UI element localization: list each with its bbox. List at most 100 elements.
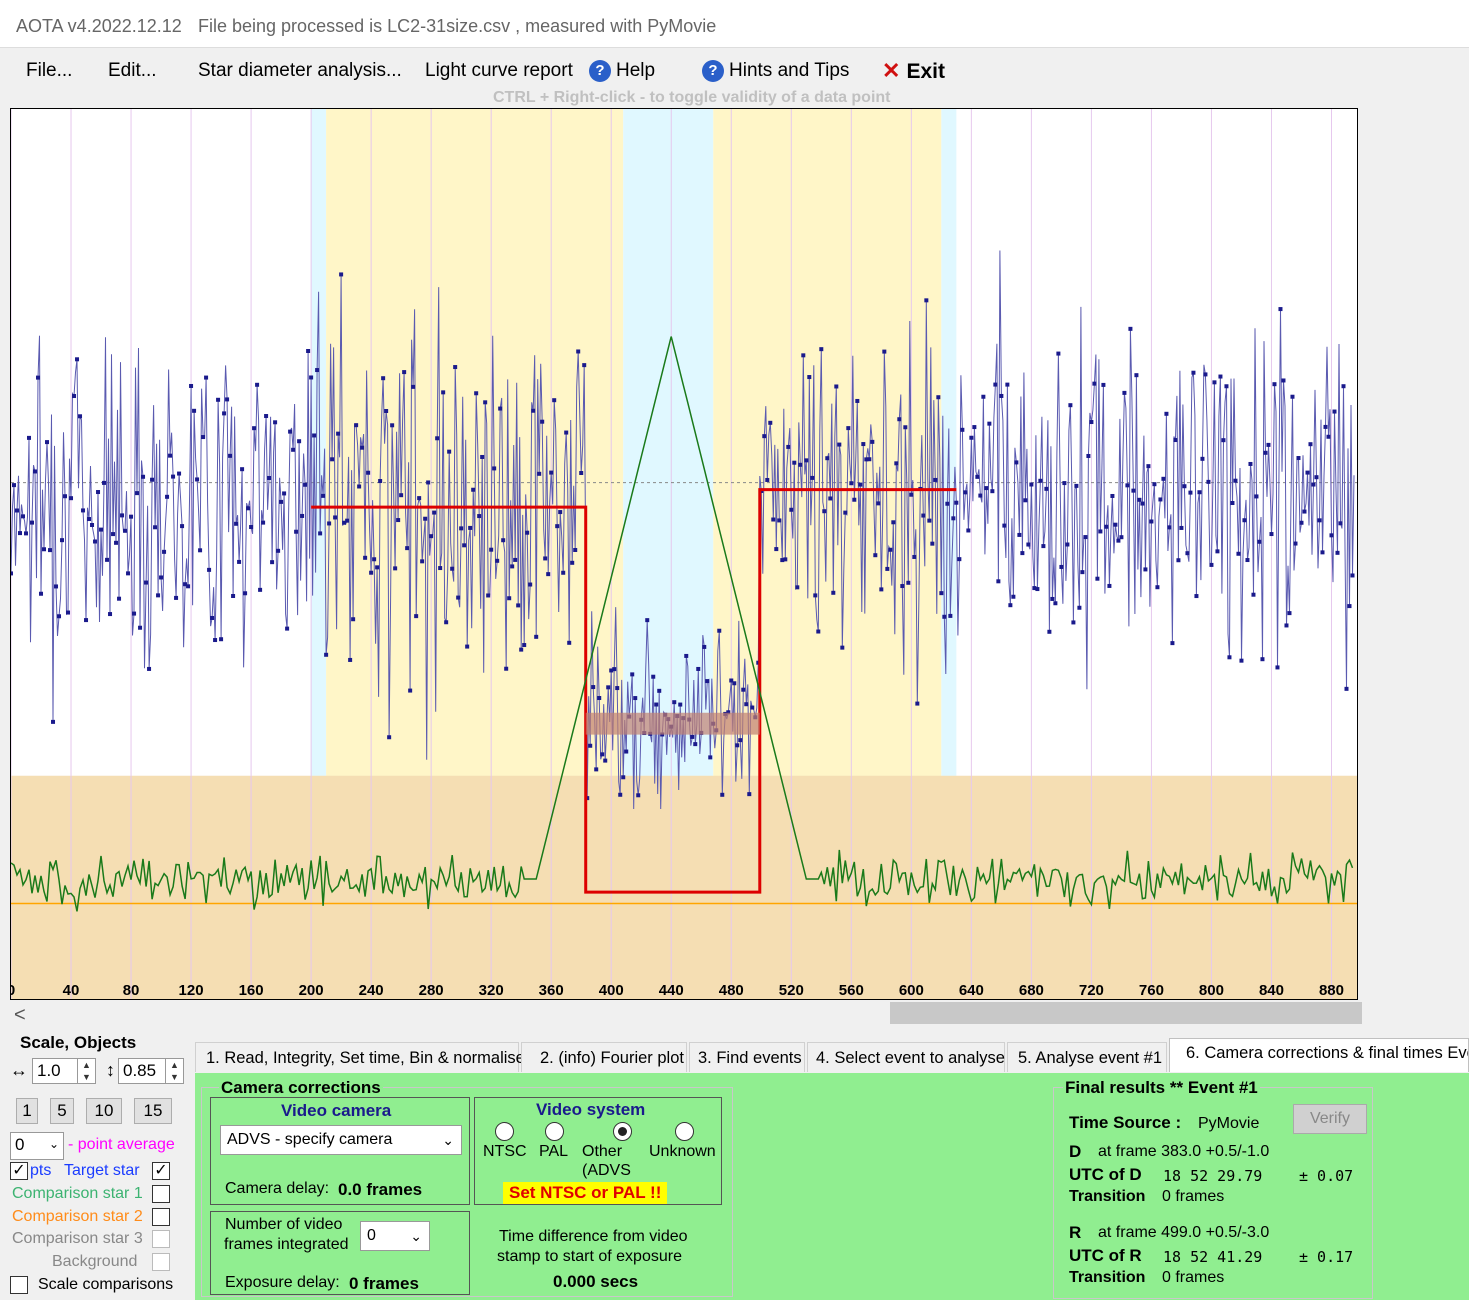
vertical-scale-spinner[interactable]: 0.85 ▲ ▼ xyxy=(118,1058,184,1084)
target-point xyxy=(1281,378,1286,383)
verify-button[interactable]: Verify xyxy=(1293,1104,1367,1134)
target-point xyxy=(33,469,38,474)
horizontal-scale-spinner[interactable]: 1.0 ▲ ▼ xyxy=(32,1058,96,1084)
target-point xyxy=(180,524,185,529)
target-point xyxy=(1050,596,1055,601)
comparison-star-3-checkbox[interactable] xyxy=(152,1230,170,1248)
tab-camera-corrections[interactable]: 6. Camera corrections & final times Even xyxy=(1169,1038,1469,1072)
target-point xyxy=(1077,605,1082,610)
comparison-star-2-checkbox[interactable] xyxy=(152,1208,170,1226)
background-checkbox[interactable] xyxy=(152,1253,170,1271)
d-label: D xyxy=(1069,1142,1082,1161)
target-point xyxy=(366,470,371,475)
target-point xyxy=(1326,434,1331,439)
target-point xyxy=(1095,576,1100,581)
horizontal-scrollbar-thumb[interactable] xyxy=(890,1002,1362,1024)
frames-integrated-select[interactable]: 0 ⌄ xyxy=(360,1221,430,1251)
target-point xyxy=(1062,481,1067,486)
menu-star-diameter[interactable]: Star diameter analysis... xyxy=(198,60,402,82)
target-point xyxy=(1125,483,1130,488)
target-point xyxy=(1263,450,1268,455)
menu-light-curve-report[interactable]: Light curve report xyxy=(425,60,573,82)
target-point xyxy=(816,629,821,634)
ntsc-radio[interactable] xyxy=(495,1122,514,1141)
target-point xyxy=(420,559,425,564)
target-point xyxy=(645,618,650,623)
tab-fourier-plot[interactable]: 2. (info) Fourier plot xyxy=(521,1042,687,1072)
target-point xyxy=(1038,478,1043,483)
scale-10-button[interactable]: 10 xyxy=(86,1098,122,1124)
target-point xyxy=(828,496,833,501)
target-point xyxy=(408,688,413,693)
tab-read-integrity[interactable]: 1. Read, Integrity, Set time, Bin & norm… xyxy=(195,1042,525,1072)
comparison-star-1-checkbox[interactable] xyxy=(152,1185,170,1203)
pal-label: PAL xyxy=(539,1143,569,1160)
light-curve-chart[interactable]: 0 40 80 120 160 200 240 280 320 360 400 440 480 520 56… xyxy=(11,109,1357,999)
tab-analyse-event[interactable]: 5. Analyse event #1 xyxy=(1007,1042,1167,1072)
menu-exit[interactable]: ✕ Exit xyxy=(882,58,945,84)
tab-select-event[interactable]: 4. Select event to analyse xyxy=(807,1042,1005,1072)
target-point xyxy=(744,702,749,707)
target-point xyxy=(108,612,113,617)
pal-radio[interactable] xyxy=(545,1122,564,1141)
menu-edit[interactable]: Edit... xyxy=(108,60,157,82)
spinner-up-down-icon[interactable]: ▲ ▼ xyxy=(77,1059,95,1083)
other-radio[interactable] xyxy=(613,1122,632,1141)
menu-file[interactable]: File... xyxy=(26,60,72,82)
target-point xyxy=(486,593,491,598)
target-point xyxy=(312,433,317,438)
target-point xyxy=(57,614,62,619)
unknown-radio[interactable] xyxy=(675,1122,694,1141)
target-point xyxy=(717,628,722,633)
target-point xyxy=(1245,558,1250,563)
menu-hints[interactable]: ? Hints and Tips xyxy=(702,60,849,82)
point-average-select[interactable]: 0 ⌄ xyxy=(10,1132,64,1160)
target-point xyxy=(1059,564,1064,569)
target-point xyxy=(1224,384,1229,389)
time-difference-label-1: Time difference from video xyxy=(499,1228,688,1245)
scale-5-button[interactable]: 5 xyxy=(50,1098,74,1124)
target-point xyxy=(939,591,944,596)
target-point xyxy=(972,425,977,430)
target-point xyxy=(1218,374,1223,379)
target-point xyxy=(702,644,707,649)
target-point xyxy=(348,657,353,662)
target-point xyxy=(1188,490,1193,495)
target-point xyxy=(1302,509,1307,514)
x-tick-label-40: 40 xyxy=(63,982,80,999)
target-point xyxy=(543,556,548,561)
target-point xyxy=(1005,382,1010,387)
camera-select[interactable]: ADVS - specify camera ⌄ xyxy=(220,1125,462,1155)
point-average-value: 0 xyxy=(15,1135,25,1154)
comparison-star-2-label: Comparison star 2 xyxy=(12,1208,143,1225)
bottom-error-band xyxy=(585,712,760,735)
x-tick-label-680: 680 xyxy=(1019,982,1044,999)
target-point xyxy=(1242,518,1247,523)
scale-15-button[interactable]: 15 xyxy=(134,1098,172,1124)
spinner-up-down-icon[interactable]: ▲ ▼ xyxy=(165,1059,183,1083)
target-point xyxy=(987,421,992,426)
menu-hints-label: Hints and Tips xyxy=(729,60,850,82)
target-star-checkbox[interactable]: ✓ xyxy=(152,1162,170,1180)
r-frame: at frame 499.0 +0.5/-3.0 xyxy=(1098,1224,1270,1241)
target-point xyxy=(1248,461,1253,466)
target-point xyxy=(588,743,593,748)
target-point xyxy=(174,595,179,600)
horizontal-scale-value: 1.0 xyxy=(37,1061,61,1080)
target-point xyxy=(603,758,608,763)
target-point xyxy=(306,348,311,353)
target-point xyxy=(1074,483,1079,488)
menu-help[interactable]: ? Help xyxy=(589,60,655,82)
target-point xyxy=(1350,573,1355,578)
target-point xyxy=(11,571,13,576)
pts-checkbox[interactable]: ✓ xyxy=(10,1162,28,1180)
tab-find-events[interactable]: 3. Find events xyxy=(689,1042,805,1072)
frames-integrated-value: 0 xyxy=(367,1227,376,1244)
scale-1-button[interactable]: 1 xyxy=(16,1098,38,1124)
target-point xyxy=(357,484,362,489)
scale-comparisons-checkbox[interactable] xyxy=(10,1276,28,1294)
light-curve-plot[interactable]: 0 40 80 120 160 200 240 280 320 360 400 440 480 520 56… xyxy=(10,108,1358,1000)
target-point xyxy=(234,521,239,526)
scroll-left-arrow-icon[interactable]: < xyxy=(14,1004,26,1027)
target-point xyxy=(1299,520,1304,525)
